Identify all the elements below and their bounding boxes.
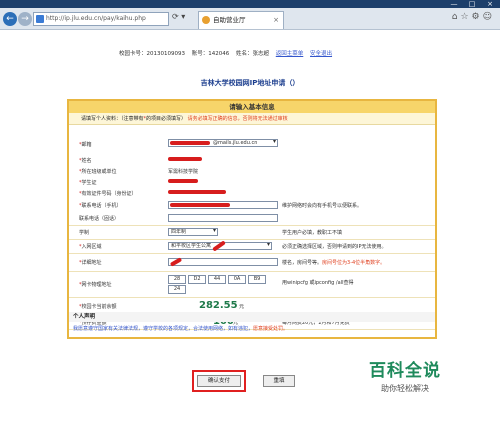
landline-label: 联系电话（固话）: [79, 216, 120, 222]
card-number: 校园卡号：20130109093: [119, 51, 185, 57]
page-title: 吉林大学校园网IP地址申请（）: [200, 79, 300, 87]
email-label: *邮箱: [79, 142, 92, 148]
window-title-bar: — □ ×: [0, 0, 500, 8]
tab-title: 自助营业厅: [213, 16, 246, 24]
declaration-text: 我愿意遵守国家有关法律法规，遵守学校的各项规定，合法使用网络，如有违犯，愿意接受…: [73, 326, 289, 332]
mac-field-5[interactable]: B9: [248, 275, 266, 284]
school-label: 学制: [79, 230, 90, 236]
toolbar-icons[interactable]: ⌂☆⚙☺: [452, 12, 495, 22]
address-actions[interactable]: ⟳ ▾: [172, 12, 185, 21]
address-bar: ← → http://ip.jlu.edu.cn/pay/kaihu.php ⟳…: [0, 8, 500, 30]
name-label: *姓名: [79, 158, 92, 164]
mobile-label: *联系电话（手机）: [79, 203, 122, 209]
watermark-logo: 百科全说 助你轻松解决: [350, 356, 460, 394]
mobile-hint: 维护网络时会向有手机号以便联系。: [282, 203, 363, 209]
home-link[interactable]: 返回主菜单: [276, 51, 304, 57]
reset-button[interactable]: 重填: [263, 375, 295, 387]
pay-button[interactable]: 确认支付: [197, 375, 241, 387]
watermark-subtitle: 助你轻松解决: [381, 384, 429, 393]
mac-field-2[interactable]: D2: [188, 275, 206, 284]
close-window-icon[interactable]: ×: [482, 0, 498, 8]
mac-hint: 用winipcfg 或ipconfig /all查得: [282, 280, 354, 286]
landline-input[interactable]: [168, 214, 278, 222]
redaction-mark: [168, 179, 198, 183]
minimize-icon[interactable]: —: [446, 0, 462, 8]
area-label: *入网区域: [79, 244, 102, 250]
school-hint: 学生用户必填，教职工不填: [282, 230, 343, 236]
school-select[interactable]: 四年制: [168, 228, 218, 236]
divider: [69, 225, 435, 226]
area-value: 和平校区学生公寓: [171, 243, 212, 249]
note-mid: 的项目必须填写）: [146, 116, 187, 122]
mac-field-6[interactable]: 24: [168, 285, 186, 294]
browser-tab[interactable]: 自助营业厅 ×: [198, 11, 284, 29]
redaction-mark: [170, 141, 210, 145]
page-icon: [36, 15, 44, 23]
user-info: 校园卡号：20130109093 账号：142046 姓名：张志超 返回主菜单 …: [119, 49, 337, 57]
back-icon[interactable]: ←: [3, 12, 17, 26]
form-note: 请填写个人资料：（注意带有*的项目必须填写） 请务必填写正确的信息，否则将无法通…: [69, 113, 435, 125]
forward-icon[interactable]: →: [18, 12, 32, 26]
mac-field-4[interactable]: 0A: [228, 275, 246, 284]
logout-link[interactable]: 安全退出: [310, 51, 332, 57]
divider: [69, 297, 435, 298]
tab-favicon-icon: [202, 16, 210, 24]
area-hint: 必须正确选择区域，否则申请到的IP无法使用。: [282, 244, 387, 250]
address-hint: 楼名，房间号等。房间号位为3-4位半角数字。: [282, 260, 386, 266]
id-label: *有效证件号码（身份证）: [79, 191, 137, 197]
user-name: 姓名：张志超: [236, 51, 270, 57]
redaction-mark: [170, 203, 230, 207]
address-label: *详细地址: [79, 260, 102, 266]
student-no-label: *学生证: [79, 180, 97, 186]
balance-label: *校园卡当前余额: [79, 304, 117, 310]
divider: [69, 271, 435, 272]
account-number: 账号：142046: [191, 51, 230, 57]
college-label: *所在班级或单位: [79, 169, 117, 175]
balance-value: 282.55: [199, 300, 238, 311]
note-prefix: 请填写个人资料：（注意带有: [81, 116, 144, 122]
mac-field-1[interactable]: 28: [168, 275, 186, 284]
school-value: 四年制: [171, 229, 187, 235]
divider: [69, 253, 435, 254]
maximize-icon[interactable]: □: [464, 0, 480, 8]
divider: [69, 239, 435, 240]
url-field[interactable]: http://ip.jlu.edu.cn/pay/kaihu.php: [33, 12, 169, 26]
mac-label: *网卡物理地址: [79, 282, 112, 288]
declaration-title: 个人声明: [69, 312, 435, 322]
form-header: 请输入基本信息: [69, 101, 435, 113]
mac-field-3[interactable]: 44: [208, 275, 226, 284]
redaction-mark: [168, 157, 202, 161]
url-text: http://ip.jlu.edu.cn/pay/kaihu.php: [46, 15, 146, 22]
address-input[interactable]: [168, 258, 278, 266]
tab-close-icon[interactable]: ×: [273, 12, 279, 28]
redaction-mark: [168, 190, 226, 194]
ip-application-form: 请输入基本信息 请填写个人资料：（注意带有*的项目必须填写） 请务必填写正确的信…: [67, 99, 437, 339]
note-warning: 请务必填写正确的信息，否则将无法通过审核: [187, 116, 288, 122]
watermark-title: 百科全说: [369, 361, 441, 381]
college-value: 军需科技学院: [168, 169, 199, 175]
balance-unit: 元: [239, 304, 245, 310]
